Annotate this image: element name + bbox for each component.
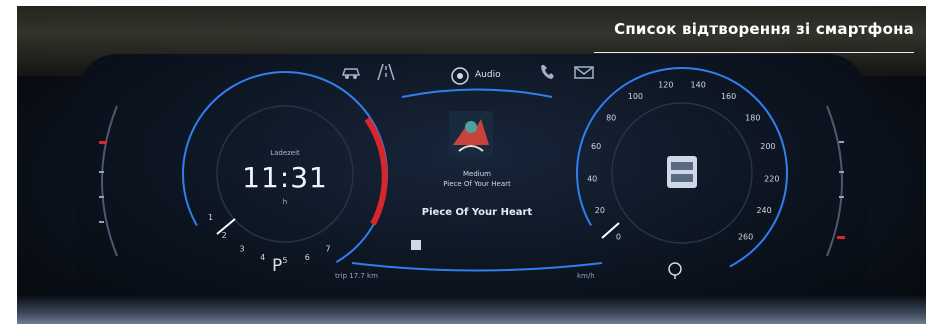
fuel-warning-mark xyxy=(99,141,107,144)
track-title-small: Piece Of Your Heart xyxy=(443,180,511,188)
phone-icon xyxy=(541,65,554,79)
speed-tick-260: 260 xyxy=(738,233,753,242)
temp-warning-mark xyxy=(837,236,845,239)
charge-time-label: Ladezeit xyxy=(270,149,300,157)
track-title-main: Piece Of Your Heart xyxy=(421,207,533,218)
rpm-tick-5: 5 xyxy=(282,256,287,265)
speed-tick-40: 40 xyxy=(587,174,597,183)
caption-text: Список відтворення зі смартфона xyxy=(614,20,914,38)
audio-label: Audio xyxy=(475,70,501,80)
rpm-tick-7: 7 xyxy=(325,245,330,254)
car-icon xyxy=(341,68,361,79)
speed-tick-140: 140 xyxy=(691,81,706,90)
speed-tick-20: 20 xyxy=(595,206,605,215)
media-source: Medium xyxy=(463,170,491,178)
gear-indicator: P xyxy=(272,256,283,276)
speedometer: 0 20 40 60 80 100 120 140 160 180 200 220 240 260 xyxy=(576,67,788,278)
speed-tick-220: 220 xyxy=(764,174,779,183)
speed-tick-0: 0 xyxy=(616,233,621,242)
rpm-tick-6: 6 xyxy=(305,253,310,262)
rpm-tick-4: 4 xyxy=(260,253,265,262)
caption-underline xyxy=(594,52,914,53)
bottom-trim xyxy=(17,296,926,324)
rpm-tick-3: 3 xyxy=(239,245,244,254)
clock-display: 11:31 xyxy=(242,161,328,194)
speed-tick-120: 120 xyxy=(658,81,673,90)
rpm-tick-1: 1 xyxy=(208,213,213,222)
speed-tick-200: 200 xyxy=(760,142,775,151)
speed-tick-60: 60 xyxy=(591,142,601,151)
right-side-gauge xyxy=(826,105,845,257)
speed-tick-100: 100 xyxy=(628,92,643,101)
rpm-tick-2: 2 xyxy=(222,231,227,240)
speed-tick-180: 180 xyxy=(745,114,760,123)
trip-distance: trip 17.7 km xyxy=(335,272,378,280)
album-cover xyxy=(449,111,493,157)
rpm-tick-labels: 12 3 4 5 6 7 xyxy=(208,213,331,265)
speed-tick-80: 80 xyxy=(606,114,616,123)
clock-unit: h xyxy=(282,198,288,206)
road-icon xyxy=(377,63,395,81)
speed-tick-160: 160 xyxy=(721,92,736,101)
left-side-gauge xyxy=(99,105,118,257)
center-top-arc xyxy=(401,88,553,98)
speed-tick-240: 240 xyxy=(756,206,771,215)
range-icon xyxy=(668,262,682,279)
phone-small-icon xyxy=(411,240,421,250)
vehicle-icon xyxy=(667,156,697,188)
instrument-cluster-photo: Список відтворення зі смартфона 1234567 … xyxy=(17,6,926,324)
